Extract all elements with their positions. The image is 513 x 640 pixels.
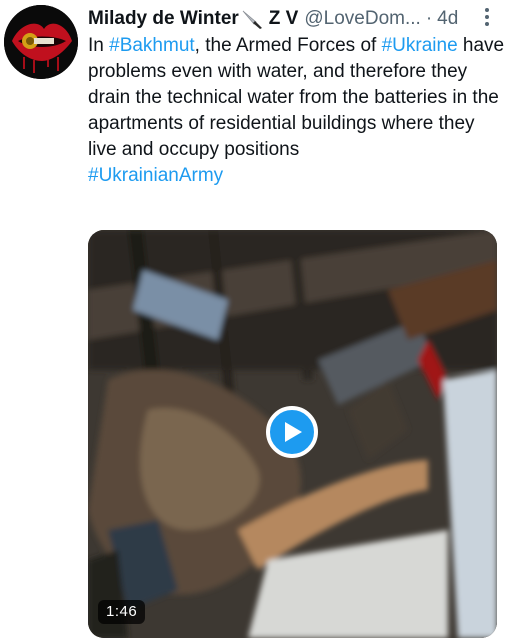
author-name[interactable]: Milady de Winter: [88, 6, 239, 32]
tweet-text: In #Bakhmut, the Armed Forces of #Ukrain…: [88, 33, 506, 189]
more-options-icon[interactable]: [478, 6, 496, 28]
knife-icon: [241, 9, 265, 29]
video-player[interactable]: 1:46: [88, 230, 497, 638]
author-handle[interactable]: @LoveDom...: [304, 6, 420, 32]
tweet[interactable]: Milady de Winter Z V @LoveDom... · 4d In…: [0, 0, 513, 640]
play-icon: [285, 422, 302, 442]
tweet-timestamp[interactable]: 4d: [437, 6, 458, 32]
play-button[interactable]: [266, 406, 318, 458]
avatar[interactable]: [4, 5, 78, 79]
video-duration: 1:46: [98, 600, 146, 624]
avatar-image: [4, 5, 78, 79]
author-suffix: Z V: [268, 8, 299, 29]
text-middle: , the Armed Forces of: [194, 35, 382, 56]
hashtag-bakhmut[interactable]: #Bakhmut: [109, 35, 195, 56]
tweet-header: Milady de Winter Z V @LoveDom... · 4d: [88, 6, 508, 32]
hashtag-ukraine[interactable]: #Ukraine: [382, 35, 458, 56]
separator-dot: ·: [425, 8, 433, 29]
text-prefix: In: [88, 35, 110, 56]
hashtag-ukrainian-army[interactable]: #UkrainianArmy: [88, 165, 223, 186]
